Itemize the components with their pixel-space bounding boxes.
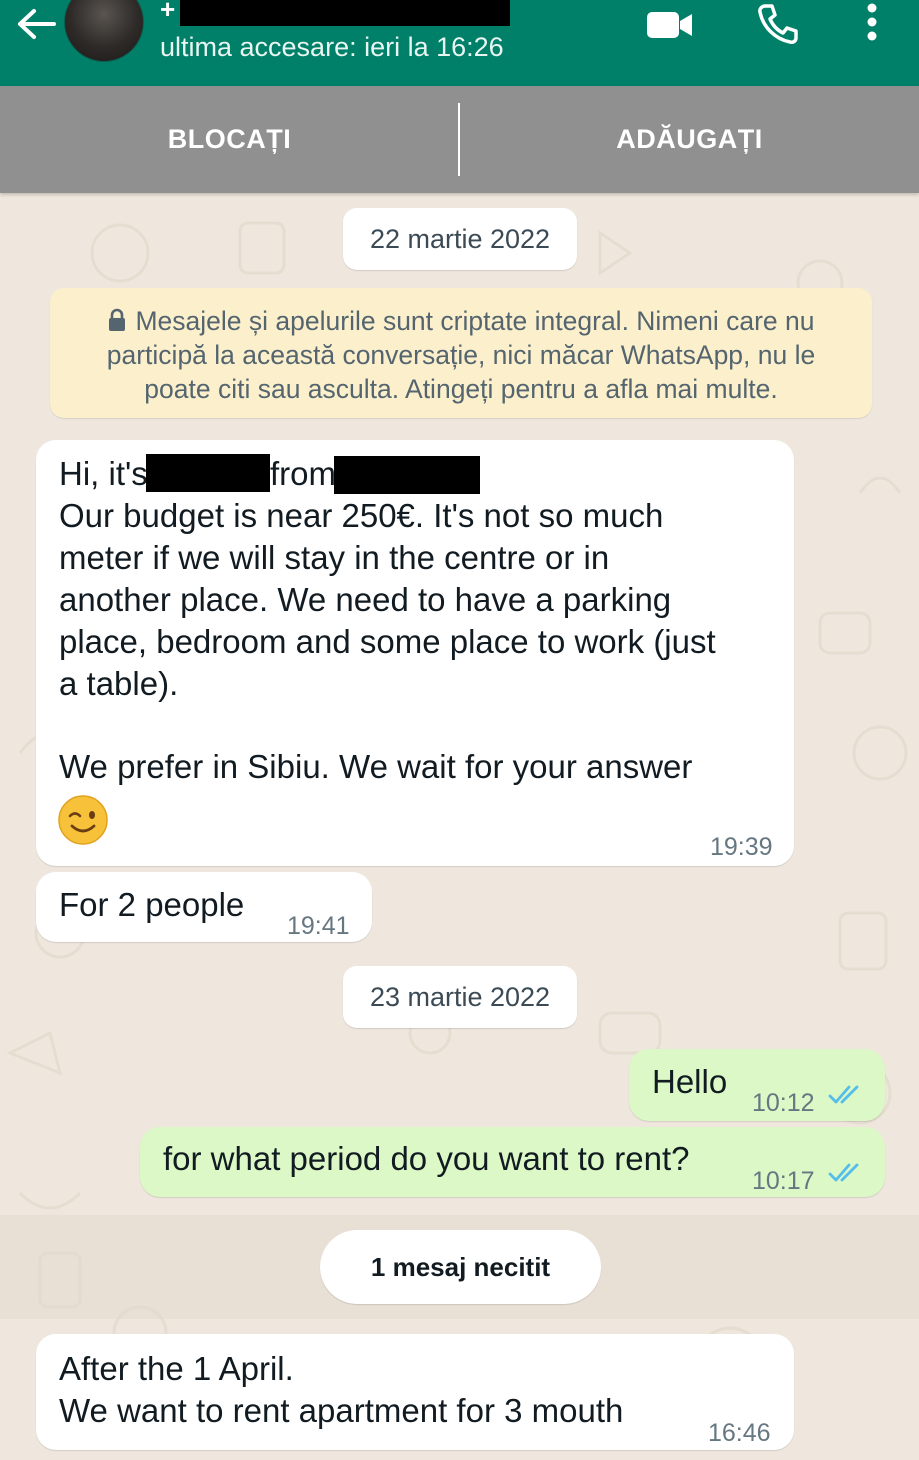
- back-arrow-icon[interactable]: [14, 6, 58, 42]
- encryption-notice[interactable]: Mesajele și apelurile sunt criptate inte…: [50, 288, 872, 418]
- notice-line-3: poate citi sau asculta. Atingeți pentru …: [144, 374, 778, 404]
- redacted-contact-name[interactable]: [180, 0, 510, 26]
- video-call-icon[interactable]: [646, 6, 694, 44]
- redacted-company: [334, 456, 480, 494]
- message-time: 19:39: [710, 833, 773, 861]
- block-button[interactable]: BLOCAȚI: [0, 86, 459, 193]
- contact-name-prefix: +: [160, 0, 176, 24]
- voice-call-icon[interactable]: [756, 2, 800, 46]
- message-text: place, bedroom and some place to work (j…: [59, 623, 716, 660]
- incoming-message[interactable]: For 2 people 19:41: [36, 872, 372, 942]
- incoming-message[interactable]: Hi, it's from Our budget is near 250€. I…: [36, 440, 794, 866]
- add-contact-button[interactable]: ADĂUGAȚI: [460, 86, 919, 193]
- message-text: meter if we will stay in the centre or i…: [59, 539, 610, 576]
- message-text: Our budget is near 250€. It's not so muc…: [59, 497, 664, 534]
- message-text: We want to rent apartment for 3 mouth: [59, 1392, 624, 1429]
- unread-messages-divider: 1 mesaj necitit: [320, 1230, 601, 1304]
- message-text: For 2 people: [59, 886, 245, 923]
- message-text: another place. We need to have a parking: [59, 581, 672, 618]
- message-text: a table).: [59, 665, 179, 702]
- message-text: We prefer in Sibiu. We wait for your ans…: [59, 748, 693, 785]
- message-time: 10:17: [752, 1167, 815, 1195]
- read-receipt-icon: [828, 1163, 859, 1182]
- date-separator: 23 martie 2022: [343, 966, 577, 1028]
- date-separator: 22 martie 2022: [343, 208, 577, 270]
- lock-icon: [109, 308, 126, 331]
- unknown-contact-actions: BLOCAȚI ADĂUGAȚI: [0, 86, 919, 193]
- notice-line-2: participă la această conversație, nici m…: [106, 340, 816, 370]
- message-time: 10:12: [752, 1089, 815, 1117]
- read-receipt-icon: [828, 1085, 859, 1104]
- winking-face-emoji: [58, 795, 108, 845]
- message-text: Hello: [652, 1063, 728, 1100]
- chat-header: + ultima accesare: ieri la 16:26: [0, 0, 919, 86]
- message-text: for what period do you want to rent?: [163, 1140, 690, 1177]
- last-seen-status: ultima accesare: ieri la 16:26: [160, 32, 504, 62]
- contact-avatar[interactable]: [64, 0, 144, 62]
- message-text: from: [270, 455, 336, 492]
- incoming-message[interactable]: After the 1 April. We want to rent apart…: [36, 1334, 794, 1450]
- more-vert-icon[interactable]: [858, 2, 886, 44]
- outgoing-message[interactable]: Hello 10:12: [629, 1049, 885, 1121]
- message-text: After the 1 April.: [59, 1350, 294, 1387]
- notice-line-1: Mesajele și apelurile sunt criptate inte…: [135, 306, 815, 336]
- outgoing-message[interactable]: for what period do you want to rent? 10:…: [140, 1127, 885, 1197]
- message-time: 19:41: [287, 912, 350, 940]
- redacted-name: [146, 454, 270, 492]
- message-text: Hi, it's: [59, 455, 148, 492]
- message-time: 16:46: [708, 1419, 771, 1447]
